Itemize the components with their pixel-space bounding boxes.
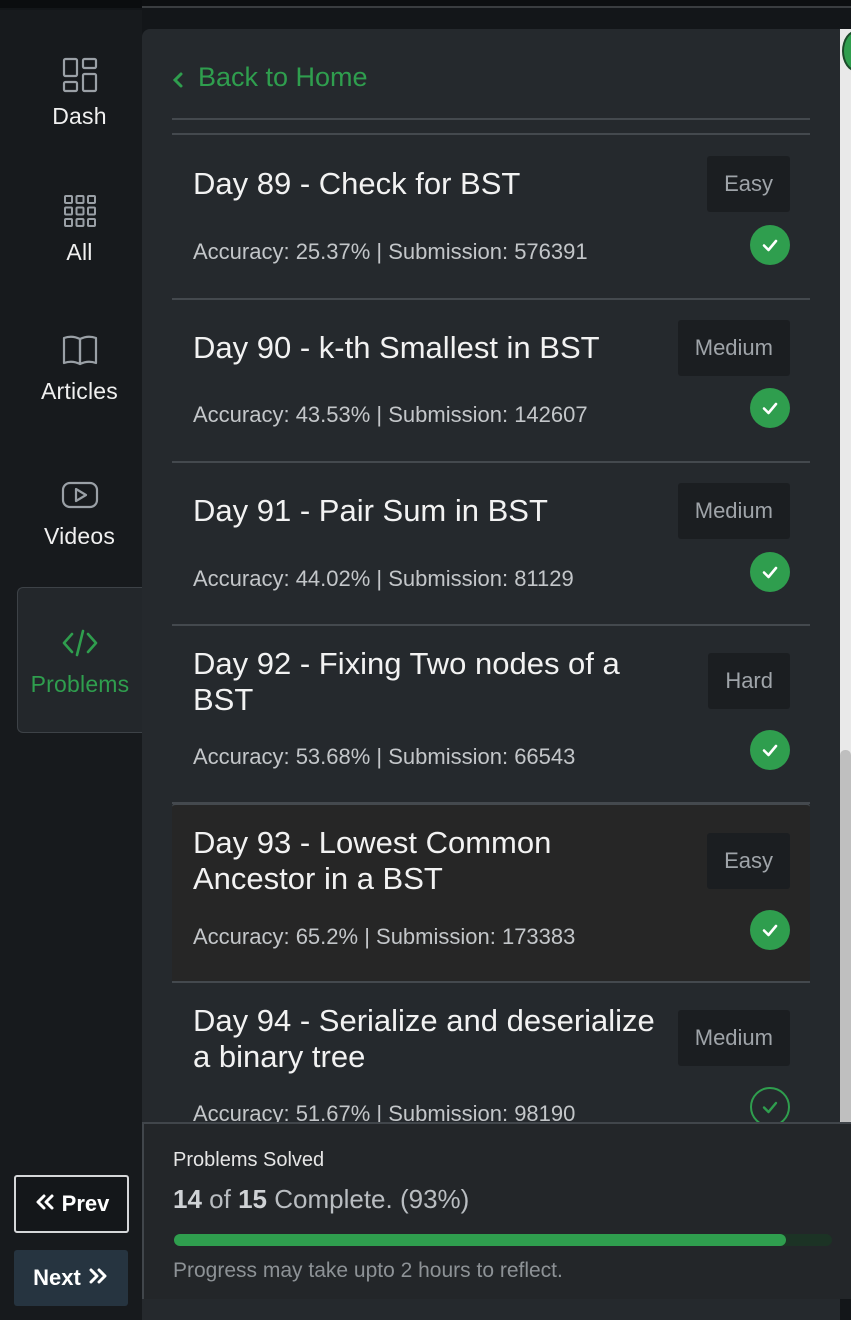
sidebar-item-label: Dash [52, 103, 107, 129]
problem-meta: Accuracy: 53.68% | Submission: 66543 [193, 744, 576, 769]
double-chevron-left-icon [34, 1191, 56, 1217]
sidebar: Dash All Articles Videos Problems [0, 10, 142, 1320]
problems-solved-count: 14 of 15 Complete. (93%) [173, 1184, 469, 1215]
double-chevron-right-icon [87, 1265, 109, 1291]
prev-label: Prev [61, 1191, 110, 1216]
progress-bar [174, 1234, 832, 1246]
difficulty-badge: Medium [677, 320, 790, 376]
next-label: Next [33, 1265, 81, 1290]
solved-check-icon [750, 910, 790, 950]
grid-icon [60, 191, 100, 231]
problem-title[interactable]: Day 89 - Check for BST [193, 166, 663, 202]
sidebar-item-label: Articles [40, 378, 118, 404]
book-icon [60, 330, 100, 370]
sidebar-item-all[interactable]: All [17, 191, 142, 311]
problem-title[interactable]: Day 91 - Pair Sum in BST [193, 493, 663, 529]
problem-card[interactable]: Day 91 - Pair Sum in BST Medium Accuracy… [172, 463, 810, 626]
progress-bar-fill [174, 1234, 786, 1246]
progress-note: Progress may take upto 2 hours to reflec… [173, 1259, 563, 1282]
solved-check-icon [750, 225, 790, 265]
problem-meta: Accuracy: 43.53% | Submission: 142607 [193, 402, 588, 427]
problem-meta: Accuracy: 44.02% | Submission: 81129 [193, 566, 574, 591]
unsolved-check-icon [750, 1087, 790, 1127]
sidebar-item-label: All [66, 239, 93, 265]
code-icon [60, 623, 100, 663]
next-button[interactable]: Next [14, 1250, 128, 1306]
difficulty-badge: Hard [708, 653, 790, 709]
sidebar-item-videos[interactable]: Videos [17, 475, 142, 595]
scrollbar-thumb[interactable] [840, 750, 851, 1125]
problem-card[interactable]: Day 90 - k-th Smallest in BST Medium Acc… [172, 300, 810, 463]
total-count: 15 [238, 1184, 267, 1214]
solved-check-icon [750, 552, 790, 592]
back-label: Back to Home [198, 62, 368, 92]
solved-count: 14 [173, 1184, 202, 1214]
problems-solved-title: Problems Solved [173, 1149, 325, 1171]
problem-card[interactable]: Day 89 - Check for BST Easy Accuracy: 25… [172, 135, 810, 300]
difficulty-badge: Easy [707, 156, 790, 212]
progress-footer: Problems Solved 14 of 15 Complete. (93%)… [142, 1122, 851, 1299]
divider [172, 118, 810, 120]
video-icon [60, 475, 100, 515]
sidebar-item-dash[interactable]: Dash [17, 55, 142, 175]
problem-title[interactable]: Day 93 - Lowest Common Ancestor in a BST [193, 825, 663, 897]
sidebar-item-label: Problems [30, 670, 130, 697]
problem-title[interactable]: Day 94 - Serialize and deserialize a bin… [193, 1003, 663, 1075]
sidebar-item-articles[interactable]: Articles [17, 330, 142, 450]
back-to-home-link[interactable]: Back to Home [172, 62, 368, 93]
difficulty-badge: Medium [677, 483, 790, 539]
problem-title[interactable]: Day 90 - k-th Smallest in BST [193, 330, 663, 366]
solved-check-icon [750, 730, 790, 770]
sidebar-item-label: Videos [43, 523, 116, 549]
problem-meta: Accuracy: 25.37% | Submission: 576391 [193, 239, 588, 264]
problem-title[interactable]: Day 92 - Fixing Two nodes of a BST [193, 646, 663, 718]
chevron-left-icon [172, 69, 184, 95]
top-strip [0, 0, 851, 8]
problem-card[interactable]: Day 93 - Lowest Common Ancestor in a BST… [172, 803, 810, 983]
sidebar-item-problems[interactable]: Problems [17, 587, 142, 733]
complete-label: Complete. (93%) [274, 1184, 470, 1214]
problem-meta: Accuracy: 65.2% | Submission: 173383 [193, 924, 576, 949]
problem-card[interactable]: Day 92 - Fixing Two nodes of a BST Hard … [172, 626, 810, 804]
difficulty-badge: Medium [677, 1010, 790, 1066]
solved-check-icon [750, 388, 790, 428]
difficulty-badge: Easy [707, 833, 790, 889]
prev-button[interactable]: Prev [14, 1175, 129, 1233]
of-label: of [209, 1184, 231, 1214]
dashboard-icon [60, 55, 100, 95]
